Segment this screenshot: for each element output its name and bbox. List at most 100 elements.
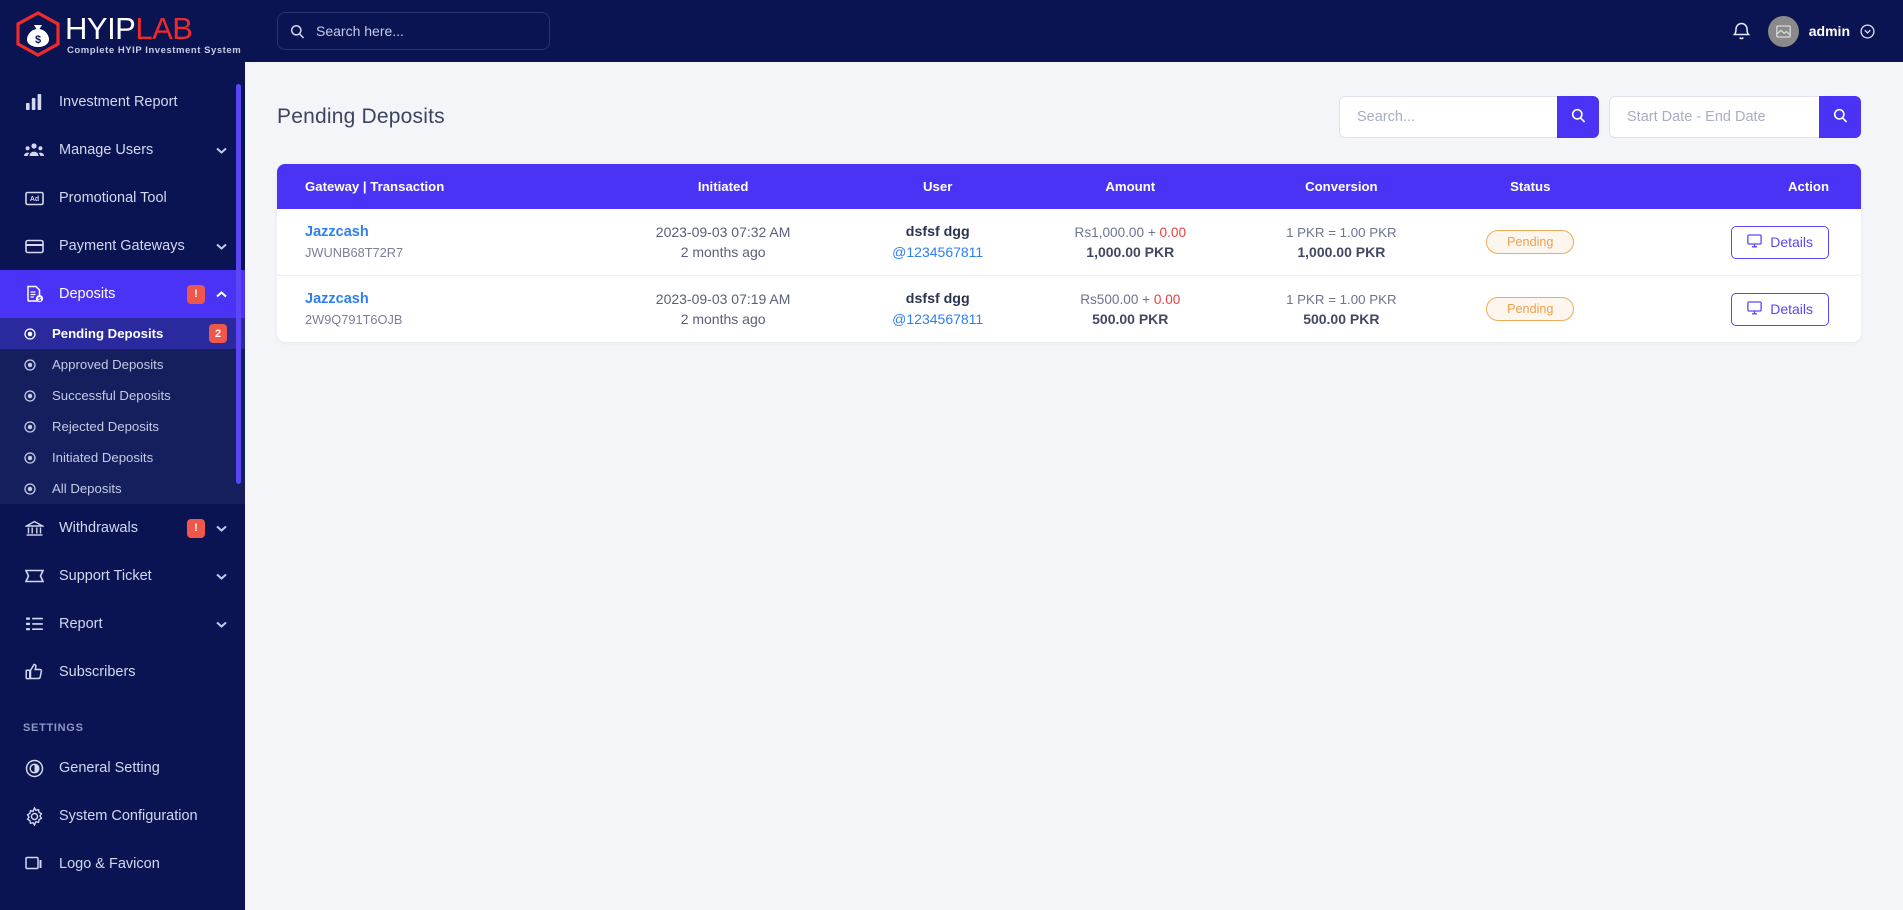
circle-dot-icon xyxy=(23,327,37,341)
sidebar-item-general-setting[interactable]: General Setting xyxy=(0,744,245,792)
date-search-submit-button[interactable] xyxy=(1819,96,1861,138)
amount-charge: 0.00 xyxy=(1153,291,1181,307)
sidebar-item-report[interactable]: Report xyxy=(0,600,245,648)
sidebar-item-logo-favicon[interactable]: Logo & Favicon xyxy=(0,840,245,888)
circle-dot-icon xyxy=(23,482,37,496)
sidebar-scrollbar[interactable] xyxy=(236,68,241,910)
page-header: Pending Deposits xyxy=(277,96,1861,138)
sidebar-section-settings: SETTINGS xyxy=(23,722,84,734)
cell-user: dsfsf dgg @1234567811 xyxy=(851,276,1024,343)
chevron-down-icon xyxy=(216,619,227,630)
main-area: admin Pending Deposits xyxy=(245,0,1903,910)
sidebar-item-label: Deposits xyxy=(59,286,116,302)
cell-conversion: 1 PKR = 1.00 PKR 1,000.00 PKR xyxy=(1236,209,1447,276)
details-button[interactable]: Details xyxy=(1731,292,1829,326)
sidebar-subitem-label: Approved Deposits xyxy=(52,357,164,372)
top-bar: admin xyxy=(245,0,1903,62)
sidebar-item-payment-gateways[interactable]: Payment Gateways xyxy=(0,222,245,270)
conversion-total: 500.00 PKR xyxy=(1303,310,1380,327)
circle-dot-icon xyxy=(23,389,37,403)
sidebar-item-promotional-tool[interactable]: Ad Promotional Tool xyxy=(0,174,245,222)
user-handle-link[interactable]: @1234567811 xyxy=(851,244,1024,260)
table-row: Jazzcash JWUNB68T72R7 2023-09-03 07:32 A… xyxy=(277,209,1861,276)
sidebar-badge-deposits: ! xyxy=(187,284,205,304)
sidebar-scrollbar-thumb[interactable] xyxy=(236,84,241,484)
sidebar-badge-pending-deposits: 2 xyxy=(209,324,227,343)
amount-total: 1,000.00 PKR xyxy=(1086,243,1175,260)
brand-logo[interactable]: $ HYIPLAB Complete HYIP Investment Syste… xyxy=(0,0,245,68)
initiated-relative: 2 months ago xyxy=(680,311,766,327)
chevron-up-icon[interactable] xyxy=(216,289,227,300)
amount-charge: 0.00 xyxy=(1159,224,1187,240)
cell-gateway: Jazzcash 2W9Q791T6OJB xyxy=(277,276,595,343)
column-header-gateway: Gateway | Transaction xyxy=(305,179,445,194)
details-button[interactable]: Details xyxy=(1731,225,1829,259)
initiated-date: 2023-09-03 07:19 AM xyxy=(655,291,791,307)
status-badge: Pending xyxy=(1486,230,1575,254)
cell-initiated: 2023-09-03 07:19 AM 2 months ago xyxy=(595,276,851,343)
sidebar-item-label: Report xyxy=(59,616,103,632)
page-content: Pending Deposits Search... Start Date - … xyxy=(245,62,1903,910)
sidebar-item-support-ticket[interactable]: Support Ticket xyxy=(0,552,245,600)
sidebar-item-label: General Setting xyxy=(59,760,160,776)
cell-status: Pending xyxy=(1446,209,1615,276)
date-range-group xyxy=(1609,96,1861,138)
column-header-action: Action xyxy=(1787,179,1829,194)
global-search-input[interactable] xyxy=(316,23,537,39)
image-icon xyxy=(23,853,45,875)
sidebar-item-label: Withdrawals xyxy=(59,520,138,536)
brand-name-secondary: LAB xyxy=(135,10,193,46)
user-handle-link[interactable]: @1234567811 xyxy=(851,311,1024,327)
sidebar-item-withdrawals[interactable]: Withdrawals ! xyxy=(0,504,245,552)
sidebar-item-rejected-deposits[interactable]: Rejected Deposits xyxy=(0,411,245,442)
top-bar-right: admin xyxy=(1732,15,1875,47)
conversion-rate: 1 PKR = 1.00 PKR xyxy=(1286,291,1397,307)
table-row: Jazzcash 2W9Q791T6OJB 2023-09-03 07:19 A… xyxy=(277,276,1861,343)
amount-base: Rs1,000.00 + xyxy=(1074,224,1160,240)
user-name: dsfsf dgg xyxy=(905,224,970,240)
column-header-status: Status xyxy=(1510,179,1551,194)
search-icon xyxy=(1571,108,1586,126)
cell-initiated: 2023-09-03 07:32 AM 2 months ago xyxy=(595,209,852,276)
conversion-total: 1,000.00 PKR xyxy=(1297,243,1386,260)
sidebar-item-successful-deposits[interactable]: Successful Deposits xyxy=(0,380,245,411)
user-menu[interactable]: admin xyxy=(1767,15,1875,47)
date-range-input[interactable] xyxy=(1609,96,1819,138)
chevron-down-circle-icon[interactable] xyxy=(1860,23,1875,39)
initiated-date: 2023-09-03 07:32 AM xyxy=(655,224,791,240)
sidebar-item-subscribers[interactable]: Subscribers xyxy=(0,648,245,696)
circle-dot-icon xyxy=(23,358,37,372)
chevron-down-icon xyxy=(216,145,227,156)
global-search[interactable] xyxy=(277,12,550,50)
chevron-down-icon xyxy=(216,523,227,534)
sidebar-item-label: Support Ticket xyxy=(59,568,152,584)
sidebar-item-manage-users[interactable]: Manage Users xyxy=(0,126,245,174)
transaction-id: 2W9Q791T6OJB xyxy=(305,312,403,327)
sidebar-item-initiated-deposits[interactable]: Initiated Deposits xyxy=(0,442,245,473)
sidebar-item-label: Manage Users xyxy=(59,142,154,158)
amount-base: Rs500.00 + xyxy=(1080,291,1154,307)
sidebar-item-investment-report[interactable]: Investment Report xyxy=(0,78,245,126)
page-toolbar xyxy=(1339,96,1861,138)
ad-banner-icon: Ad xyxy=(23,187,45,209)
sidebar-scroll-area[interactable]: $ HYIPLAB Complete HYIP Investment Syste… xyxy=(0,0,245,910)
sidebar-item-pending-deposits[interactable]: Pending Deposits 2 xyxy=(0,318,245,349)
sidebar-item-label: Promotional Tool xyxy=(59,190,167,206)
users-group-icon xyxy=(23,139,45,161)
money-bag-hexagon-icon: $ xyxy=(14,11,62,57)
svg-text:$: $ xyxy=(35,34,41,46)
deposits-submenu: Pending Deposits 2 Approved Deposits Suc… xyxy=(0,318,245,504)
disc-settings-icon xyxy=(23,757,45,779)
deposits-table-card: Gateway | Transaction Initiated User Amo… xyxy=(277,164,1861,342)
search-input[interactable] xyxy=(1339,96,1557,138)
chevron-down-icon xyxy=(216,571,227,582)
gateway-link[interactable]: Jazzcash xyxy=(305,291,595,307)
search-submit-button[interactable] xyxy=(1557,96,1599,138)
bell-icon[interactable] xyxy=(1732,21,1751,41)
sidebar-item-all-deposits[interactable]: All Deposits xyxy=(0,473,245,504)
sidebar-item-system-configuration[interactable]: System Configuration xyxy=(0,792,245,840)
gateway-link[interactable]: Jazzcash xyxy=(305,224,595,240)
column-header-conversion: Conversion xyxy=(1305,179,1378,194)
sidebar-item-deposits[interactable]: $ Deposits ! xyxy=(0,270,245,318)
sidebar-item-approved-deposits[interactable]: Approved Deposits xyxy=(0,349,245,380)
